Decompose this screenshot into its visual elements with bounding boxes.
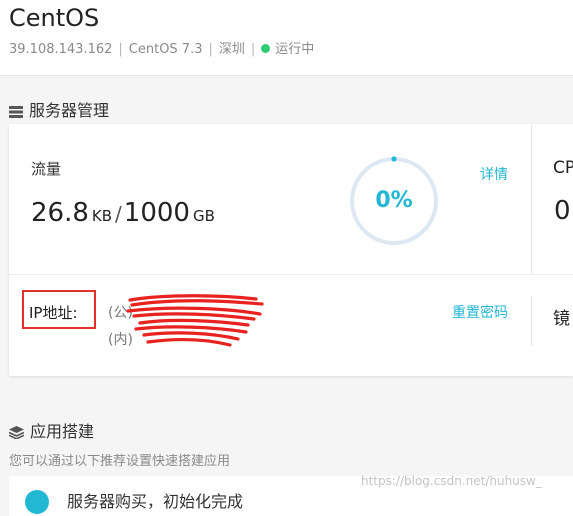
ip-label: IP地址: [29,304,78,322]
layers-icon [8,426,25,440]
instance-os: CentOS 7.3 [128,42,203,57]
traffic-used: 26.8 [31,198,89,228]
instance-status: 运行中 [275,42,315,57]
traffic-total: 1000 [123,198,190,228]
traffic-percent: 0% [375,188,413,213]
meta-separator: | [208,42,213,57]
running-status-dot [261,44,271,53]
divider [531,296,532,346]
instance-header: CentOS 39.108.143.162 | CentOS 7.3 | 深圳 | 运行中 [0,0,573,76]
traffic-value: 26.8 KB/1000 GB [31,198,218,228]
reset-password-link[interactable]: 重置密码 [452,302,508,322]
server-card: 流量 26.8 KB/1000 GB 0% 详情 CP 0 IP地址: (公) (内… [9,124,573,376]
meta-separator: | [250,42,256,57]
app-section-title: 应用搭建 [30,422,95,441]
traffic-details-link[interactable]: 详情 [480,164,508,184]
divider [531,124,532,274]
server-icon [9,106,23,118]
instance-region: 深圳 [218,42,245,57]
instance-title: CentOS [9,4,100,32]
step-1-label[interactable]: 服务器购买，初始化完成 [67,488,243,512]
traffic-used-unit: KB [91,207,113,225]
ip-redaction-scribble [126,294,264,347]
step-complete-icon [25,490,49,514]
app-section-subtitle: 您可以通过以下推荐设置快速搭建应用 [9,454,231,469]
divider [9,274,573,275]
cpu-label-partial: CP [553,158,573,178]
app-section-heading: 应用搭建 [8,418,95,442]
server-section-title: 服务器管理 [29,101,110,120]
traffic-total-unit: GB [192,207,215,225]
traffic-label: 流量 [31,160,62,178]
watermark: https://blog.csdn.net/huhusw_ [361,474,542,488]
image-label-partial: 镜 [553,309,570,329]
traffic-slash: / [115,202,122,226]
instance-meta: 39.108.143.162 | CentOS 7.3 | 深圳 | 运行中 [9,38,314,57]
instance-ip: 39.108.143.162 [9,42,113,57]
meta-separator: | [118,42,123,57]
server-section-heading: 服务器管理 [9,97,109,121]
cpu-value-partial: 0 [554,196,571,226]
